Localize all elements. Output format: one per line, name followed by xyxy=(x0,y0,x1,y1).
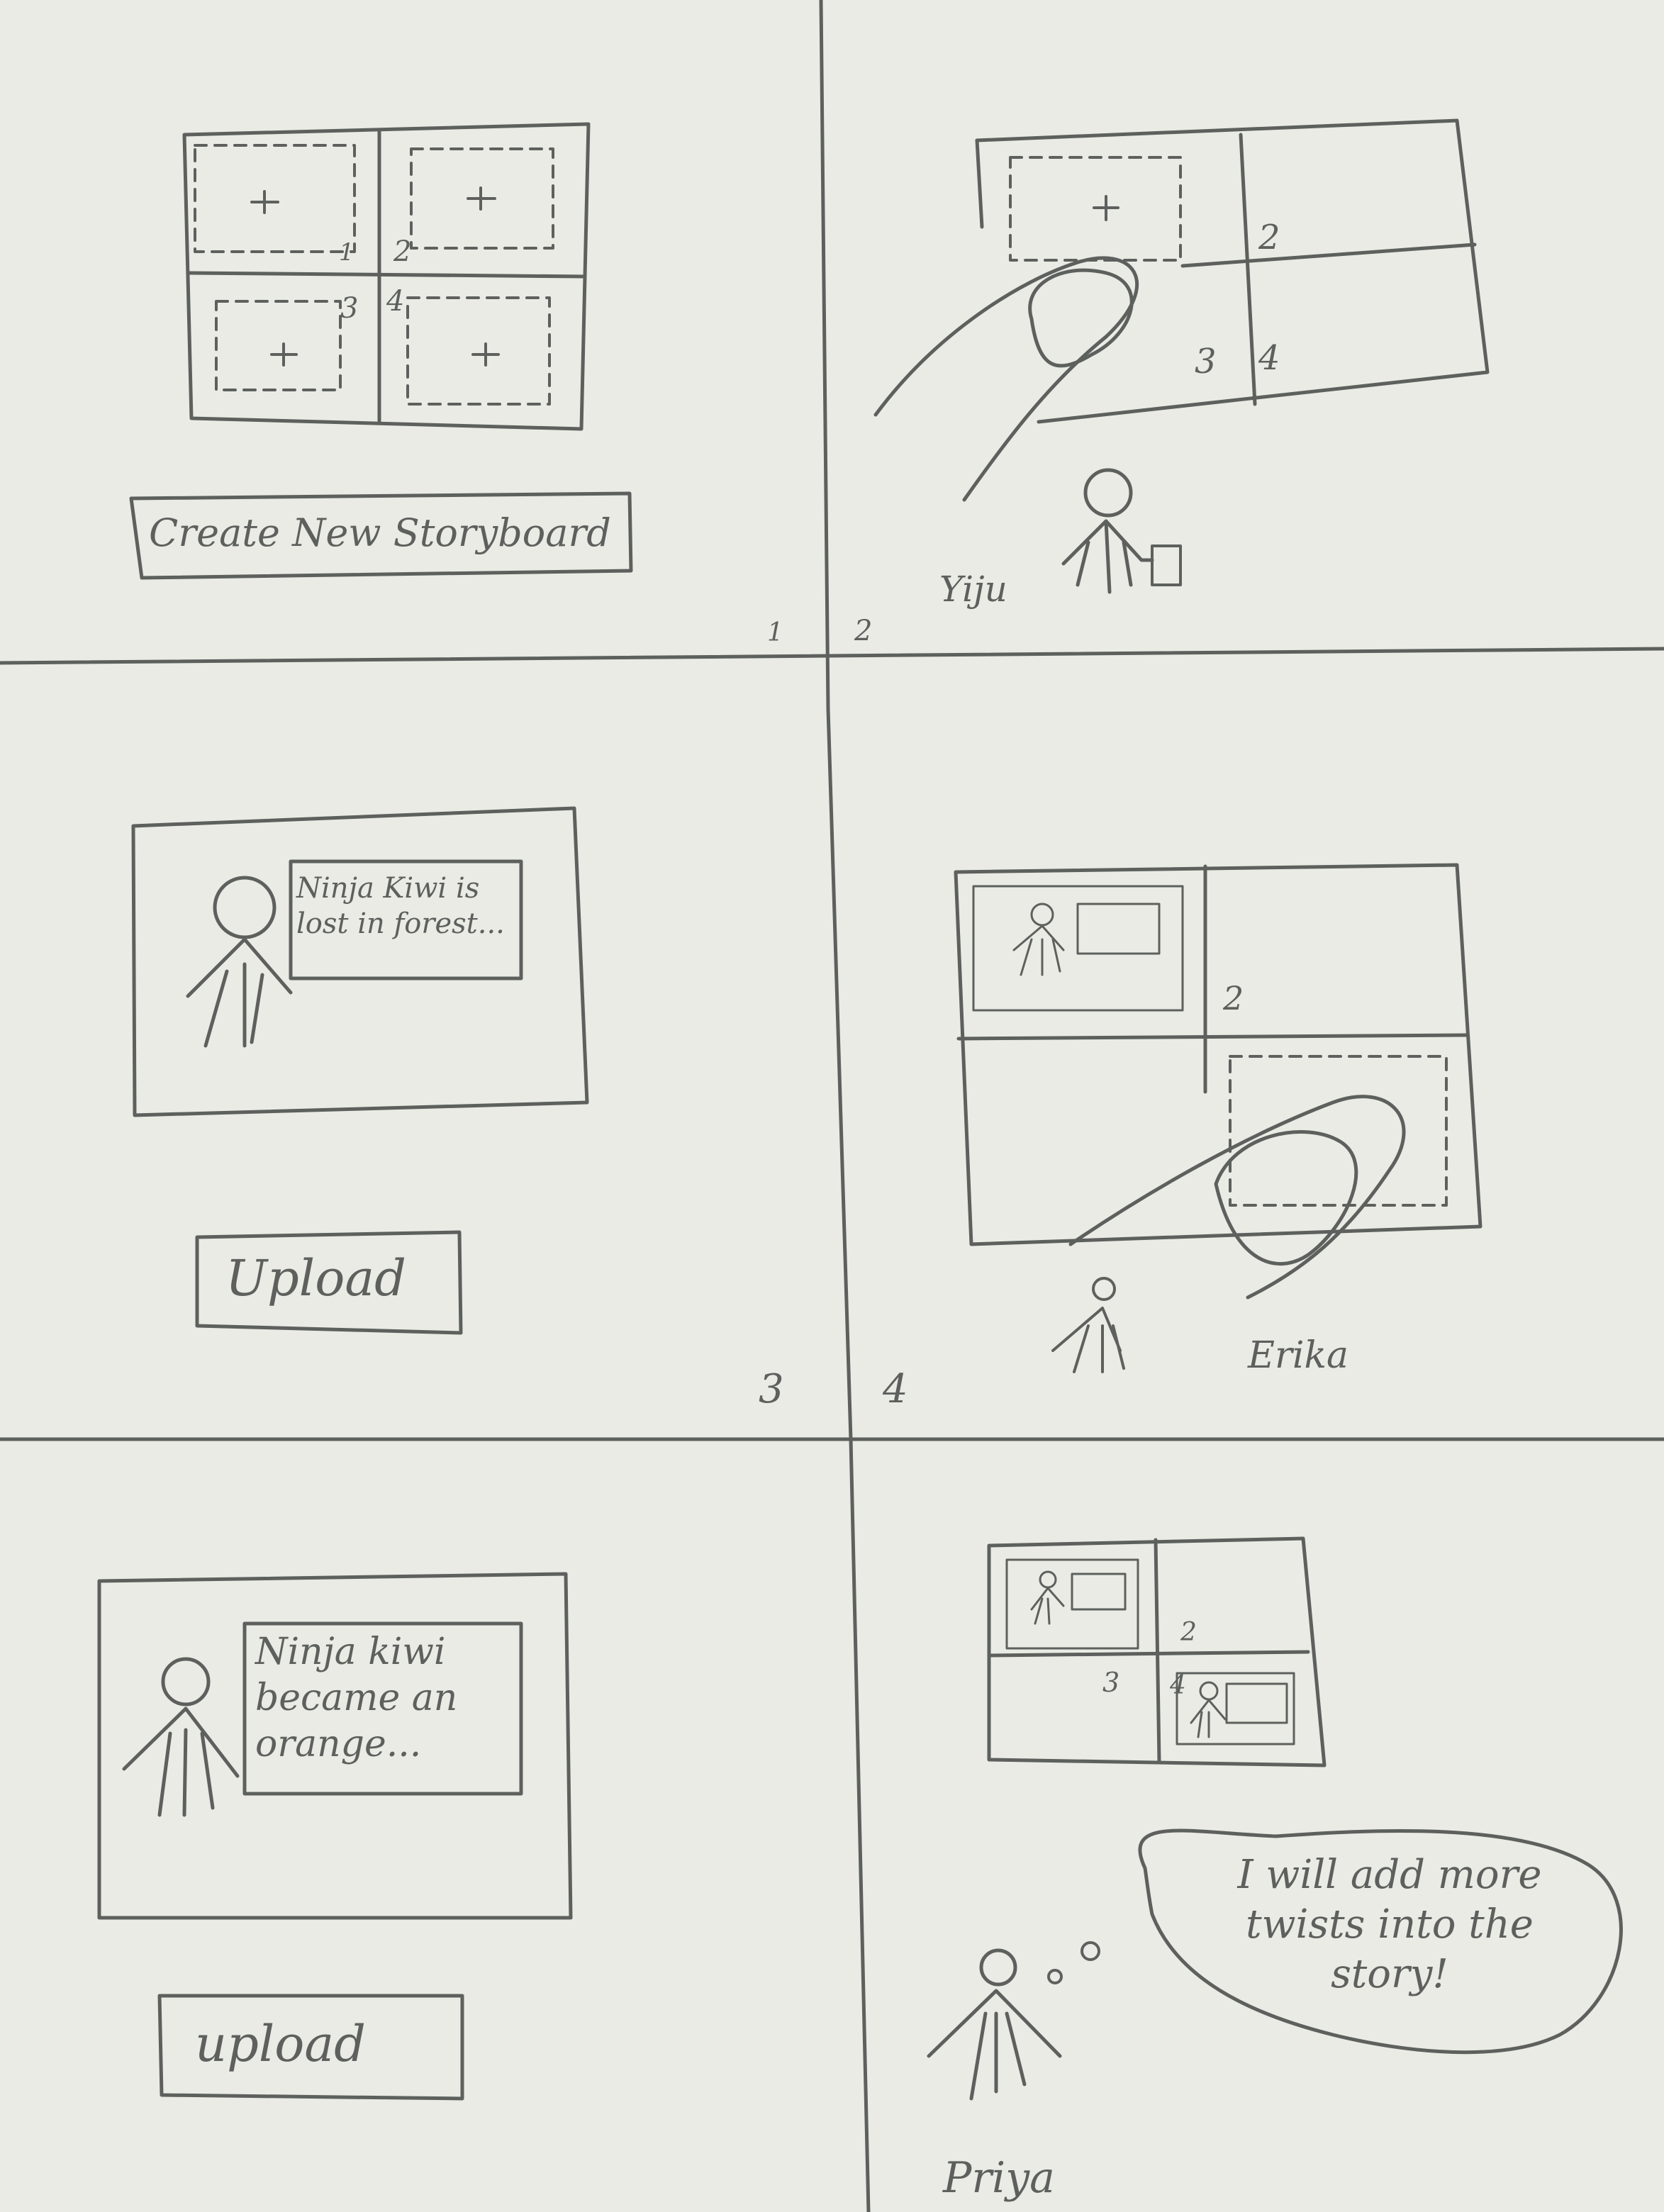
upload-button-label: Upload xyxy=(225,1249,406,1307)
person-name-priya: Priya xyxy=(943,2153,1055,2203)
panel6-cell-number-2: 2 xyxy=(1180,1618,1197,1647)
panel1-grid-number-4: 4 xyxy=(386,285,405,318)
panel3-storyboard-frame xyxy=(131,806,589,1117)
thought-bubble-text: I will add more twists into the story! xyxy=(1237,1852,1555,1997)
orange-figure-icon xyxy=(122,1657,240,1817)
upload-button-label: upload xyxy=(195,2015,366,2073)
panel-number-4: 4 xyxy=(883,1366,908,1412)
panel1-storyboard-grid xyxy=(182,122,591,431)
panel1-grid-number-2: 2 xyxy=(393,235,412,268)
panel-number-1: 1 xyxy=(767,618,783,647)
person-name-yiju: Yiju xyxy=(939,569,1007,610)
panel5-caption: Ninja kiwi became an orange... xyxy=(255,1631,469,1765)
panel-number-2: 2 xyxy=(854,615,873,647)
person-name-erika: Erika xyxy=(1248,1334,1348,1377)
panel2-cell-number-3: 3 xyxy=(1195,342,1217,381)
person-erika-icon xyxy=(1051,1277,1125,1373)
ninja-kiwi-figure-icon xyxy=(186,876,293,1048)
storyboard-sketch-sheet: 1 2 3 4 Create New Storyboard 2 3 4 Yiju… xyxy=(0,0,1664,2212)
panel4-cell-number-2: 2 xyxy=(1223,979,1244,1017)
panel6-storyboard-grid xyxy=(987,1536,1327,1767)
panel6-cell-number-3: 3 xyxy=(1102,1667,1120,1698)
panel2-cell-number-4: 4 xyxy=(1258,338,1280,378)
panel6-cell-number-4: 4 xyxy=(1170,1671,1186,1700)
panel2-cell-number-2: 2 xyxy=(1258,218,1280,257)
person-priya-icon xyxy=(927,1948,1062,2101)
person-yiju-icon xyxy=(1061,468,1182,594)
panel1-grid-number-1: 1 xyxy=(339,238,354,267)
create-new-storyboard-label: Create New Storyboard xyxy=(149,510,611,555)
pointing-finger-icon xyxy=(1068,1095,1406,1300)
pointing-finger-icon xyxy=(873,256,1139,502)
panel3-caption: Ninja Kiwi is lost in forest... xyxy=(296,872,505,940)
panel1-grid-number-3: 3 xyxy=(340,292,359,325)
panel-number-3: 3 xyxy=(759,1366,784,1412)
